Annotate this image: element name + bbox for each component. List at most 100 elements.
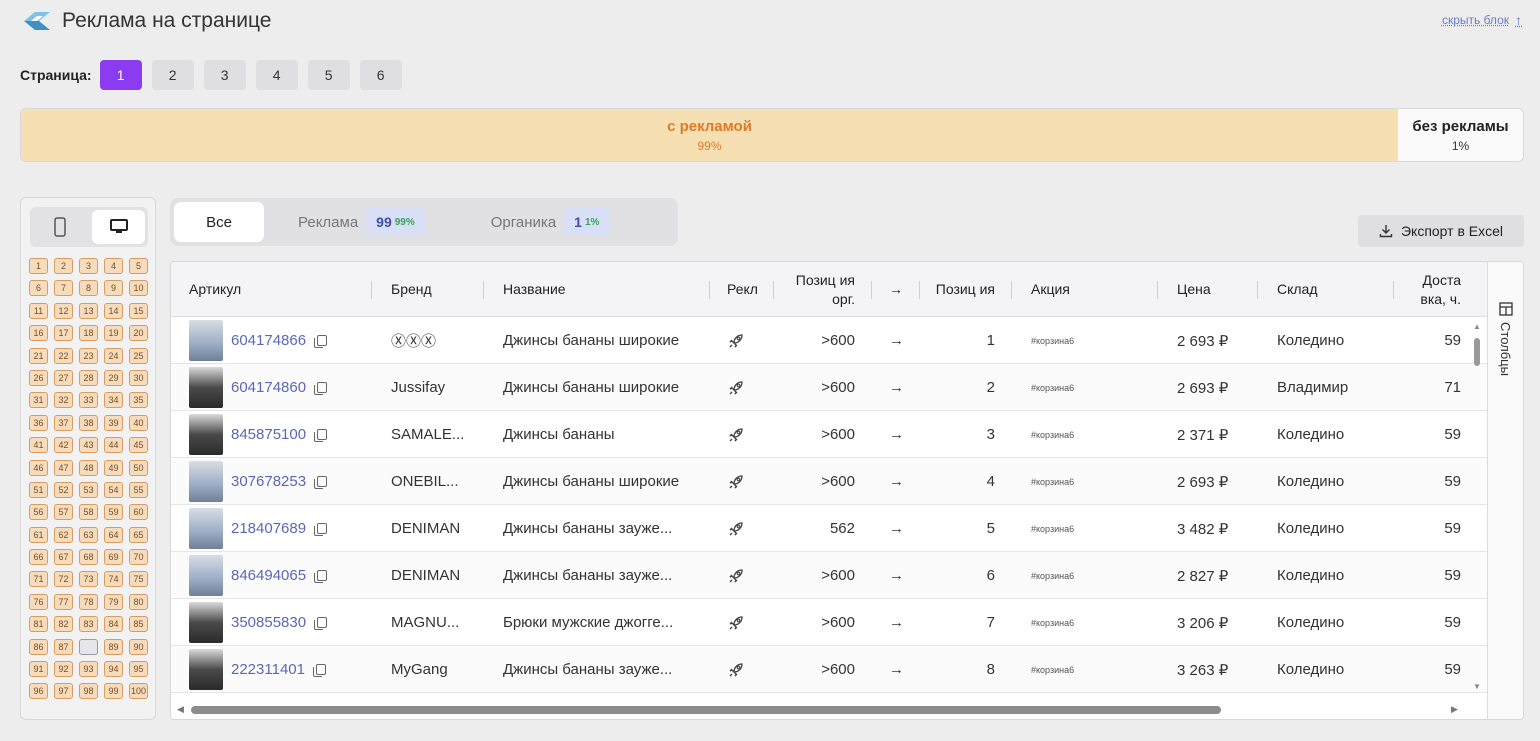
table-row[interactable]: 218407689 DENIMAN Джинсы бананы зауже... 56…	[171, 505, 1487, 552]
position-cell[interactable]: 30	[129, 369, 148, 386]
article-link[interactable]: 846494065	[231, 567, 306, 584]
position-cell[interactable]: 94	[104, 661, 123, 678]
position-cell[interactable]: 85	[129, 616, 148, 633]
position-cell[interactable]: 17	[54, 325, 73, 342]
horizontal-scroll-thumb[interactable]	[191, 706, 1221, 714]
position-cell[interactable]: 78	[79, 593, 98, 610]
copy-icon[interactable]	[314, 475, 328, 489]
position-cell[interactable]: 21	[29, 347, 48, 364]
position-cell[interactable]: 67	[54, 549, 73, 566]
page-button-4[interactable]: 4	[255, 60, 298, 90]
position-cell[interactable]: 47	[54, 459, 73, 476]
article-link[interactable]: 604174866	[231, 332, 306, 349]
position-cell[interactable]: 59	[104, 504, 123, 521]
product-thumbnail[interactable]	[189, 414, 223, 455]
position-cell[interactable]: 49	[104, 459, 123, 476]
position-cell[interactable]: 9	[104, 280, 123, 297]
position-cell[interactable]: 23	[79, 347, 98, 364]
position-cell[interactable]: 18	[79, 325, 98, 342]
table-row[interactable]: 350855830 MAGNU... Брюки мужские джогге...…	[171, 599, 1487, 646]
position-cell[interactable]: 6	[29, 280, 48, 297]
scroll-left-icon[interactable]: ◀	[177, 704, 184, 715]
position-cell[interactable]: 98	[79, 683, 98, 700]
position-cell[interactable]: 13	[79, 302, 98, 319]
table-row[interactable]: 307678253 ONEBIL... Джинсы бананы широкие >…	[171, 458, 1487, 505]
header-position-organic[interactable]: Позиц ия орг.	[783, 262, 855, 317]
position-cell[interactable]: 16	[29, 325, 48, 342]
copy-icon[interactable]	[314, 334, 328, 348]
position-cell[interactable]: 5	[129, 258, 148, 274]
position-cell[interactable]: 62	[54, 526, 73, 543]
article-link[interactable]: 845875100	[231, 426, 306, 443]
position-cell[interactable]: 1	[29, 258, 48, 274]
position-cell[interactable]: 64	[104, 526, 123, 543]
position-cell[interactable]: 43	[79, 437, 98, 454]
position-cell[interactable]: 72	[54, 571, 73, 588]
table-row[interactable]: 845875100 SAMALE... Джинсы бананы >600 → 3 #ко…	[171, 411, 1487, 458]
article-link[interactable]: 307678253	[231, 473, 306, 490]
position-cell[interactable]: 42	[54, 437, 73, 454]
desktop-toggle[interactable]	[92, 210, 145, 244]
position-cell[interactable]: 89	[104, 638, 123, 655]
page-button-1[interactable]: 1	[99, 60, 142, 90]
tab-ads[interactable]: Реклама 99 99%	[282, 202, 441, 242]
page-button-6[interactable]: 6	[359, 60, 402, 90]
copy-icon[interactable]	[314, 522, 328, 536]
position-cell[interactable]: 25	[129, 347, 148, 364]
position-cell[interactable]: 14	[104, 302, 123, 319]
table-row[interactable]: 846494065 DENIMAN Джинсы бананы зауже... >6…	[171, 552, 1487, 599]
position-cell[interactable]: 40	[129, 414, 148, 431]
position-cell[interactable]: 75	[129, 571, 148, 588]
header-warehouse[interactable]: Склад	[1277, 262, 1318, 317]
position-cell[interactable]: 56	[29, 504, 48, 521]
position-cell[interactable]: 31	[29, 392, 48, 409]
position-cell[interactable]: 10	[129, 280, 148, 297]
position-cell[interactable]: 57	[54, 504, 73, 521]
product-thumbnail[interactable]	[189, 555, 223, 596]
position-cell[interactable]: 86	[29, 638, 48, 655]
scroll-right-icon[interactable]: ▶	[1451, 704, 1458, 715]
columns-toggle[interactable]: Столбцы	[1487, 262, 1523, 719]
header-position[interactable]: Позиц ия	[931, 262, 995, 317]
page-button-5[interactable]: 5	[307, 60, 350, 90]
position-cell[interactable]: 91	[29, 661, 48, 678]
position-cell[interactable]: 44	[104, 437, 123, 454]
position-cell[interactable]: 55	[129, 481, 148, 498]
position-cell[interactable]: 100	[129, 683, 148, 700]
position-cell[interactable]: 77	[54, 593, 73, 610]
copy-icon[interactable]	[314, 569, 328, 583]
product-thumbnail[interactable]	[189, 461, 223, 502]
position-cell[interactable]: 58	[79, 504, 98, 521]
position-cell[interactable]: 37	[54, 414, 73, 431]
position-cell[interactable]: 96	[29, 683, 48, 700]
position-cell[interactable]: 73	[79, 571, 98, 588]
table-row[interactable]: 604174866 ⓍⓍⓍ Джинсы бананы широкие >600 → 1 #…	[171, 317, 1487, 364]
position-cell[interactable]: 26	[29, 369, 48, 386]
position-cell[interactable]: 66	[29, 549, 48, 566]
tab-all[interactable]: Все	[174, 202, 264, 242]
position-cell[interactable]: 7	[54, 280, 73, 297]
position-cell[interactable]: 29	[104, 369, 123, 386]
position-cell[interactable]: 70	[129, 549, 148, 566]
copy-icon[interactable]	[314, 381, 328, 395]
position-cell[interactable]: 81	[29, 616, 48, 633]
mobile-toggle[interactable]	[30, 207, 89, 247]
position-cell[interactable]: 33	[79, 392, 98, 409]
position-cell[interactable]: 97	[54, 683, 73, 700]
position-cell[interactable]: 45	[129, 437, 148, 454]
position-cell[interactable]: 50	[129, 459, 148, 476]
header-name[interactable]: Название	[503, 262, 566, 317]
position-cell[interactable]: 84	[104, 616, 123, 633]
position-cell[interactable]: 82	[54, 616, 73, 633]
position-cell[interactable]: 12	[54, 302, 73, 319]
header-article[interactable]: Артикул	[189, 262, 241, 317]
position-cell[interactable]: 79	[104, 593, 123, 610]
position-cell[interactable]: 19	[104, 325, 123, 342]
article-link[interactable]: 604174860	[231, 379, 306, 396]
position-cell[interactable]: 60	[129, 504, 148, 521]
position-cell[interactable]: 69	[104, 549, 123, 566]
position-cell[interactable]: 95	[129, 661, 148, 678]
position-cell[interactable]: 92	[54, 661, 73, 678]
position-cell[interactable]: 22	[54, 347, 73, 364]
header-delivery[interactable]: Доста вка, ч.	[1403, 262, 1461, 317]
